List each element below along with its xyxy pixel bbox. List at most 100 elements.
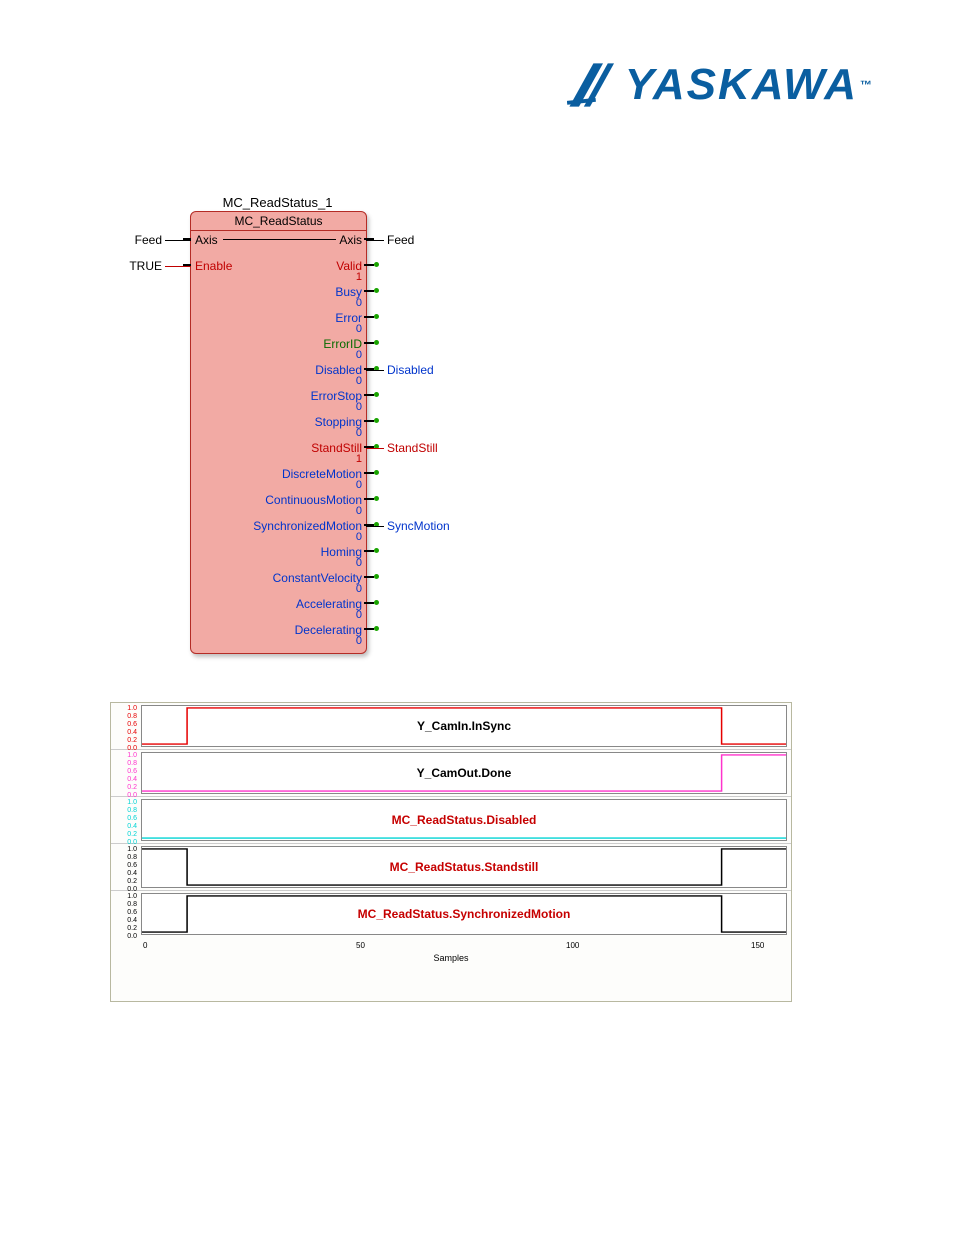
fb-output-label: SynchronizedMotion bbox=[253, 519, 362, 533]
pin-icon bbox=[364, 420, 374, 422]
scope-plot: Y_CamOut.Done bbox=[141, 752, 787, 794]
ytick: 0.8 bbox=[127, 807, 137, 814]
fb-output-label: StandStill bbox=[311, 441, 362, 455]
ytick: 1.0 bbox=[127, 846, 137, 853]
page: YASKAWA ™ MC_ReadStatus_1 MC_ReadStatus … bbox=[0, 0, 954, 1235]
scope-plot: MC_ReadStatus.Disabled bbox=[141, 799, 787, 841]
fb-output-value: 0 bbox=[356, 531, 362, 543]
axis-inner-line bbox=[223, 239, 336, 240]
ytick: 0.4 bbox=[127, 917, 137, 924]
fb-row-synchronizedmotion: SynchronizedMotion0SyncMotion bbox=[191, 517, 366, 543]
fb-row-axis: Axis Axis Feed Feed bbox=[191, 231, 366, 257]
scope-yaxis: 1.00.80.60.40.20.0 bbox=[111, 844, 139, 890]
scope-trace-title: MC_ReadStatus.Disabled bbox=[392, 813, 537, 827]
xtick: 150 bbox=[751, 941, 764, 950]
scope-trace-3: 1.00.80.60.40.20.0MC_ReadStatus.Standsti… bbox=[111, 844, 791, 891]
scope-panel: 1.00.80.60.40.20.0Y_CamIn.InSync1.00.80.… bbox=[110, 702, 792, 1002]
fb-type-name: MC_ReadStatus bbox=[191, 212, 366, 231]
pin-icon bbox=[364, 602, 374, 604]
fb-block: MC_ReadStatus Axis Axis Feed Feed Enable bbox=[190, 211, 367, 654]
fb-output-value: 0 bbox=[356, 427, 362, 439]
ext-text: StandStill bbox=[387, 441, 438, 455]
fb-output-label: ErrorStop bbox=[311, 389, 362, 403]
scope-plot: MC_ReadStatus.Standstill bbox=[141, 846, 787, 888]
yaskawa-logo-text: YASKAWA bbox=[625, 60, 858, 110]
fb-row-error: Error0 bbox=[191, 309, 366, 335]
ytick: 0.8 bbox=[127, 901, 137, 908]
xtick: 0 bbox=[143, 941, 147, 950]
fb-output-label: ConstantVelocity bbox=[273, 571, 362, 585]
pin-icon bbox=[364, 628, 374, 630]
ytick: 0.8 bbox=[127, 713, 137, 720]
feed-left-text: Feed bbox=[135, 233, 162, 247]
fb-ext-feed-right: Feed bbox=[366, 233, 414, 247]
scope-yaxis: 1.00.80.60.40.20.0 bbox=[111, 750, 139, 796]
ytick: 0.2 bbox=[127, 784, 137, 791]
fb-row-constantvelocity: ConstantVelocity0 bbox=[191, 569, 366, 595]
fb-ext-true: TRUE bbox=[129, 259, 191, 273]
ytick: 0.2 bbox=[127, 925, 137, 932]
ytick: 0.4 bbox=[127, 823, 137, 830]
fb-output-axis-label: Axis bbox=[339, 233, 362, 247]
ytick: 1.0 bbox=[127, 799, 137, 806]
scope-trace-title: MC_ReadStatus.SynchronizedMotion bbox=[358, 907, 571, 921]
ytick: 0.4 bbox=[127, 870, 137, 877]
pin-icon bbox=[364, 498, 374, 500]
trademark-symbol: ™ bbox=[860, 78, 874, 92]
fb-ext-standstill: StandStill bbox=[366, 441, 438, 455]
ytick: 0.2 bbox=[127, 831, 137, 838]
ytick: 1.0 bbox=[127, 893, 137, 900]
ytick: 0.6 bbox=[127, 909, 137, 916]
ext-text: SyncMotion bbox=[387, 519, 450, 533]
scope-xaxis: 0 50 100 150 Samples bbox=[111, 937, 791, 965]
ytick: 0.6 bbox=[127, 721, 137, 728]
fb-row-enable: Enable TRUE Valid 1 bbox=[191, 257, 366, 283]
ytick: 0.6 bbox=[127, 862, 137, 869]
fb-output-label: DiscreteMotion bbox=[282, 467, 362, 481]
pin-icon bbox=[364, 342, 374, 344]
ytick: 1.0 bbox=[127, 705, 137, 712]
ytick: 0.6 bbox=[127, 768, 137, 775]
ytick: 0.8 bbox=[127, 854, 137, 861]
fb-row-standstill: StandStill1StandStill bbox=[191, 439, 366, 465]
ytick: 0.2 bbox=[127, 737, 137, 744]
scope-trace-title: Y_CamIn.InSync bbox=[417, 719, 511, 733]
ytick: 0.4 bbox=[127, 776, 137, 783]
scope-trace-4: 1.00.80.60.40.20.0MC_ReadStatus.Synchron… bbox=[111, 891, 791, 937]
fb-row-stopping: Stopping0 bbox=[191, 413, 366, 439]
pin-icon bbox=[364, 472, 374, 474]
fb-ext-synchronizedmotion: SyncMotion bbox=[366, 519, 450, 533]
scope-trace-1: 1.00.80.60.40.20.0Y_CamOut.Done bbox=[111, 750, 791, 797]
fb-output-value: 0 bbox=[356, 375, 362, 387]
fb-output-value: 0 bbox=[356, 349, 362, 361]
xtick: 100 bbox=[566, 941, 579, 950]
scope-yaxis: 1.00.80.60.40.20.0 bbox=[111, 797, 139, 843]
scope-trace-0: 1.00.80.60.40.20.0 Y_CamIn.InSync bbox=[111, 703, 791, 750]
fb-input-enable-label: Enable bbox=[195, 259, 232, 273]
function-block-diagram: MC_ReadStatus_1 MC_ReadStatus Axis Axis … bbox=[130, 195, 430, 654]
fb-instance-name: MC_ReadStatus_1 bbox=[190, 195, 365, 210]
pin-icon bbox=[364, 550, 374, 552]
xtick: 50 bbox=[356, 941, 365, 950]
fb-ext-feed-left: Feed bbox=[135, 233, 191, 247]
fb-row-decelerating: Decelerating0 bbox=[191, 621, 366, 647]
fb-output-value: 0 bbox=[356, 609, 362, 621]
scope-yaxis: 1.00.80.60.40.20.0 bbox=[111, 703, 139, 749]
fb-output-label: ContinuousMotion bbox=[265, 493, 362, 507]
fb-output-label: Accelerating bbox=[296, 597, 362, 611]
scope-xlabel: Samples bbox=[433, 953, 468, 963]
fb-output-value: 0 bbox=[356, 401, 362, 413]
ytick: 0.4 bbox=[127, 729, 137, 736]
fb-row-homing: Homing0 bbox=[191, 543, 366, 569]
fb-output-value: 0 bbox=[356, 505, 362, 517]
fb-row-discretemotion: DiscreteMotion0 bbox=[191, 465, 366, 491]
pin-icon bbox=[364, 290, 374, 292]
feed-right-text: Feed bbox=[387, 233, 414, 247]
scope-trace-2: 1.00.80.60.40.20.0 MC_ReadStatus.Disabled bbox=[111, 797, 791, 844]
pin-icon bbox=[364, 316, 374, 318]
true-text: TRUE bbox=[129, 259, 162, 273]
fb-output-label: Decelerating bbox=[295, 623, 362, 637]
fb-output-valid-value: 1 bbox=[356, 271, 362, 283]
fb-row-disabled: Disabled0Disabled bbox=[191, 361, 366, 387]
fb-row-errorid: ErrorID0 bbox=[191, 335, 366, 361]
